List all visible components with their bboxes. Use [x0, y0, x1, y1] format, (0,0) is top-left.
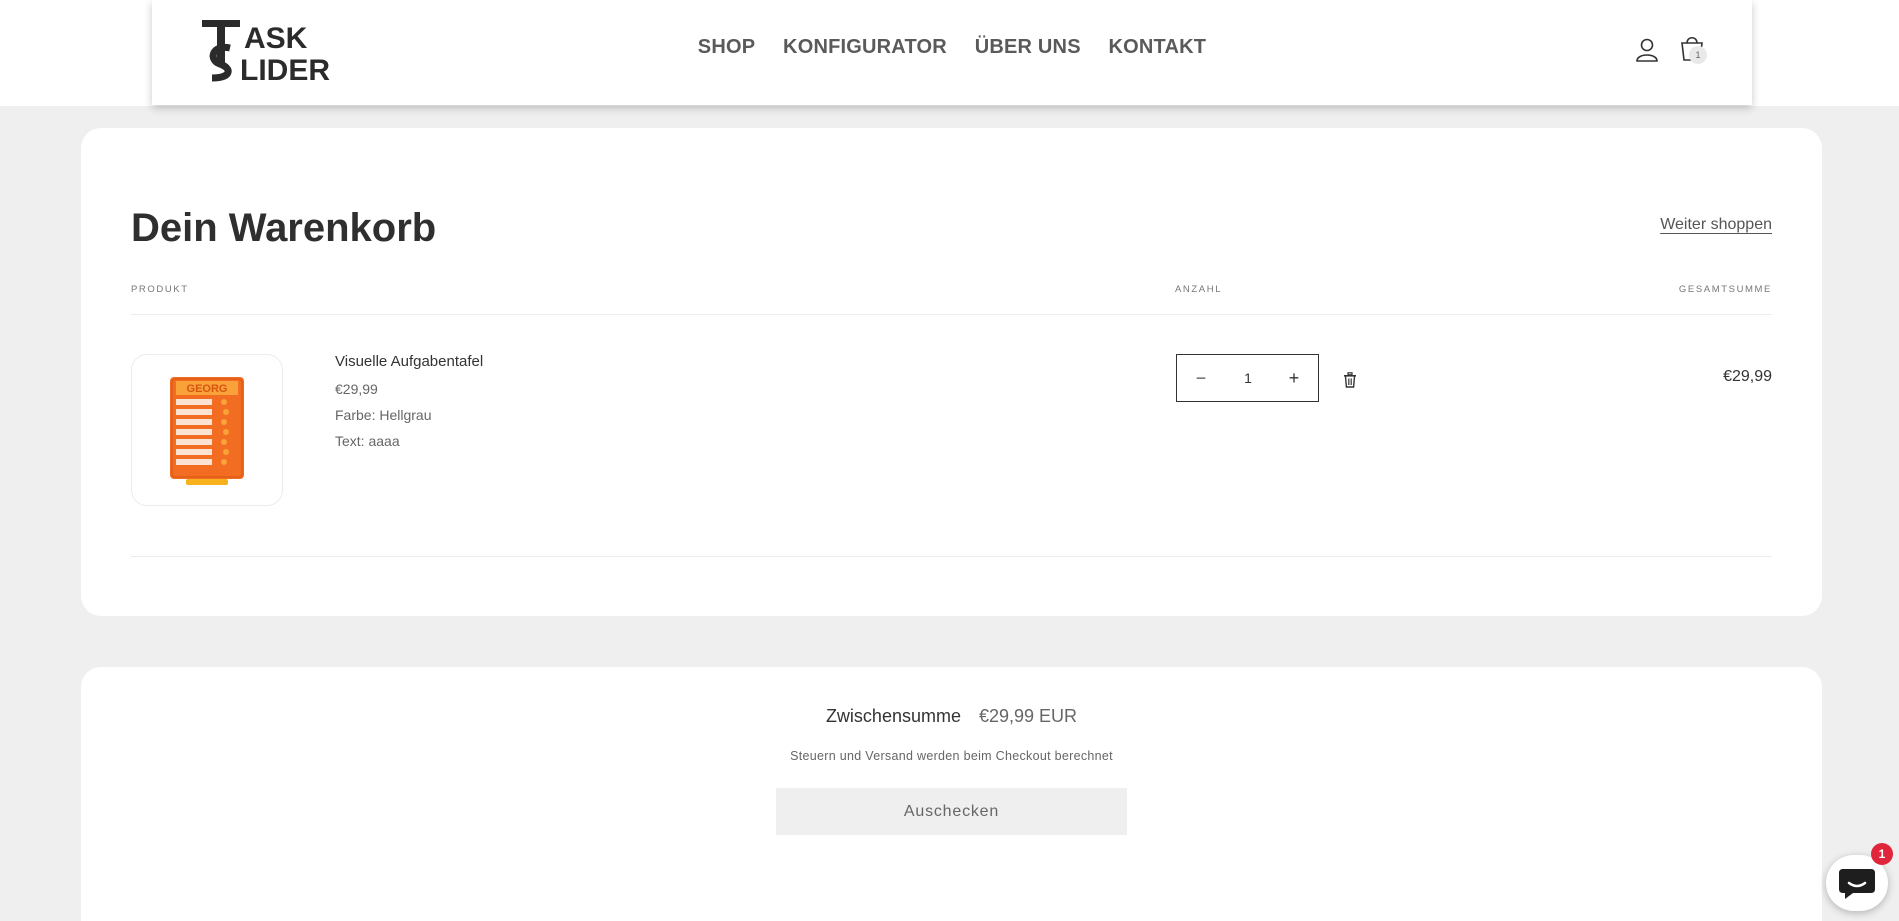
- line-item-total: €29,99: [1723, 368, 1772, 385]
- column-header-total: GESAMTSUMME: [1678, 284, 1772, 295]
- product-option-color: Farbe: Hellgrau: [335, 407, 432, 423]
- subtotal-row: Zwischensumme €29,99 EUR: [81, 706, 1822, 727]
- decrease-quantity-button[interactable]: −: [1187, 355, 1215, 401]
- subtotal-label: Zwischensumme: [825, 706, 961, 726]
- chat-icon: [1839, 869, 1875, 899]
- product-option-text: Text: aaaa: [335, 433, 400, 449]
- nav-ueber-uns[interactable]: ÜBER UNS: [975, 36, 1081, 59]
- site-header: ASK LIDER SHOP KONFIGURATOR ÜBER UNS KON…: [152, 0, 1752, 105]
- product-image[interactable]: GEORG: [131, 354, 283, 506]
- nav-shop[interactable]: SHOP: [698, 36, 755, 59]
- nav-kontakt[interactable]: KONTAKT: [1109, 36, 1207, 59]
- cart-card: Dein Warenkorb Weiter shoppen PRODUKT AN…: [81, 128, 1822, 616]
- chat-notification-badge: 1: [1871, 843, 1893, 865]
- quantity-input[interactable]: [1225, 355, 1271, 401]
- product-image-label: GEORG: [187, 383, 228, 395]
- page-title: Dein Warenkorb: [131, 206, 437, 250]
- divider: [131, 556, 1772, 557]
- column-header-product: PRODUKT: [131, 284, 189, 295]
- user-icon[interactable]: [1634, 36, 1660, 64]
- product-name[interactable]: Visuelle Aufgabentafel: [335, 353, 483, 370]
- tax-note: Steuern und Versand werden beim Checkout…: [790, 749, 1113, 763]
- subtotal-amount: €29,99 EUR: [978, 706, 1078, 726]
- divider: [131, 314, 1772, 315]
- column-header-quantity: ANZAHL: [1175, 284, 1223, 295]
- trash-icon[interactable]: [1343, 372, 1357, 388]
- product-price: €29,99: [335, 381, 378, 397]
- continue-shopping-link[interactable]: Weiter shoppen: [1660, 216, 1772, 234]
- increase-quantity-button[interactable]: +: [1280, 355, 1308, 401]
- quantity-stepper: − +: [1176, 354, 1319, 402]
- nav-konfigurator[interactable]: KONFIGURATOR: [783, 36, 947, 59]
- main-nav: SHOP KONFIGURATOR ÜBER UNS KONTAKT: [152, 36, 1752, 59]
- checkout-button[interactable]: Auschecken: [776, 788, 1127, 835]
- order-summary: Zwischensumme €29,99 EUR Steuern und Vers…: [81, 667, 1822, 921]
- cart-count-badge: 1: [1689, 46, 1707, 64]
